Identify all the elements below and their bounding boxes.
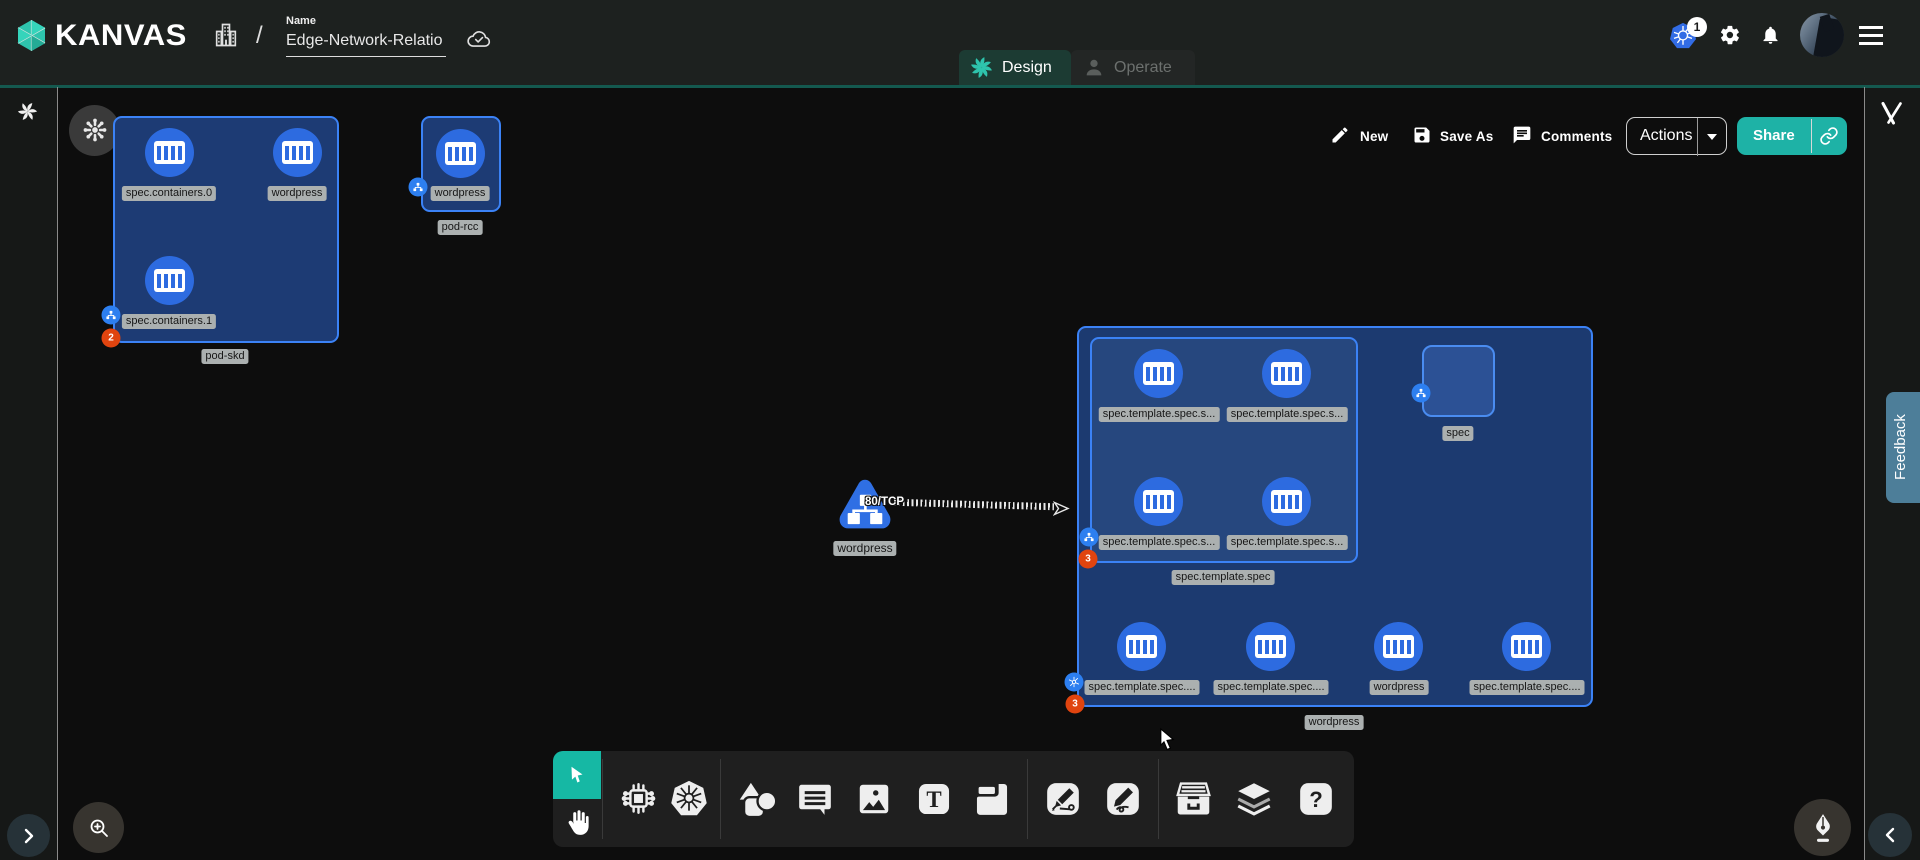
svg-text:T: T xyxy=(926,787,941,812)
svg-text:?: ? xyxy=(1309,787,1323,812)
